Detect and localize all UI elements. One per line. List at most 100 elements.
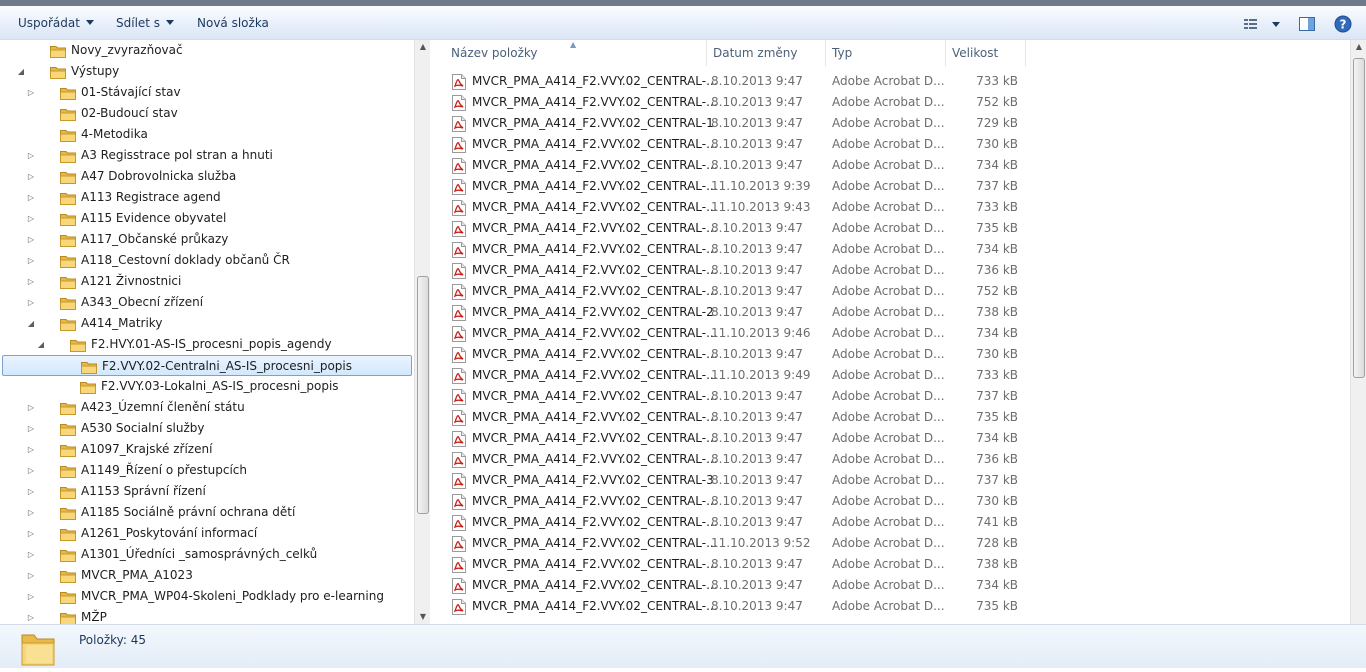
collapsed-triangle-icon[interactable]: ▷ <box>26 502 36 523</box>
file-row[interactable]: MVCR_PMA_A414_F2.VVY.02_CENTRAL-... 11.10… <box>432 533 1032 554</box>
collapsed-triangle-icon[interactable]: ▷ <box>26 460 36 481</box>
nav-tree-item[interactable]: ▷ A118_Cestovní doklady občanů ČR <box>0 250 414 271</box>
scroll-down-arrow-icon[interactable]: ▼ <box>415 612 430 621</box>
file-row[interactable]: MVCR_PMA_A414_F2.VVY.02_CENTRAL-... 8.10.… <box>432 596 1032 617</box>
collapsed-triangle-icon[interactable]: ▷ <box>26 586 36 607</box>
help-icon[interactable]: ? <box>1333 14 1353 34</box>
file-row[interactable]: MVCR_PMA_A414_F2.VVY.02_CENTRAL-... 11.10… <box>432 176 1032 197</box>
collapsed-triangle-icon[interactable]: ▷ <box>26 439 36 460</box>
column-header-date[interactable]: Datum změny <box>707 40 826 66</box>
navigation-scroll-thumb[interactable] <box>417 276 429 514</box>
share-button[interactable]: Sdílet s <box>116 16 175 30</box>
collapsed-triangle-icon[interactable]: ▷ <box>26 607 36 624</box>
file-row[interactable]: MVCR_PMA_A414_F2.VVY.02_CENTRAL-... 11.10… <box>432 365 1032 386</box>
collapsed-triangle-icon[interactable]: ▷ <box>26 418 36 439</box>
nav-tree-item[interactable]: ◢ A414_Matriky <box>0 313 414 334</box>
file-list-scroll-thumb[interactable] <box>1353 58 1365 378</box>
file-row[interactable]: MVCR_PMA_A414_F2.VVY.02_CENTRAL-... 8.10.… <box>432 449 1032 470</box>
file-row[interactable]: MVCR_PMA_A414_F2.VVY.02_CENTRAL-... 8.10.… <box>432 281 1032 302</box>
nav-tree-item[interactable]: ▷ A423_Územní členění státu <box>0 397 414 418</box>
file-row[interactable]: MVCR_PMA_A414_F2.VVY.02_CENTRAL-3 8.10.20… <box>432 470 1032 491</box>
file-row[interactable]: MVCR_PMA_A414_F2.VVY.02_CENTRAL-... 8.10.… <box>432 575 1032 596</box>
nav-tree-item[interactable]: ▷ A1301_Úředníci _samosprávných_celků <box>0 544 414 565</box>
file-row[interactable]: MVCR_PMA_A414_F2.VVY.02_CENTRAL-... 8.10.… <box>432 407 1032 428</box>
view-options-dropdown[interactable] <box>1266 14 1286 34</box>
file-row[interactable]: MVCR_PMA_A414_F2.VVY.02_CENTRAL-... 8.10.… <box>432 239 1032 260</box>
scroll-up-arrow-icon[interactable]: ▲ <box>1351 42 1366 51</box>
nav-tree-item[interactable]: F2.VVY.02-Centralni_AS-IS_procesni_popis <box>2 355 412 376</box>
nav-tree-item[interactable]: ▷ A47 Dobrovolnicka služba <box>0 166 414 187</box>
column-header-type[interactable]: Typ <box>826 40 946 66</box>
file-row[interactable]: MVCR_PMA_A414_F2.VVY.02_CENTRAL-... 8.10.… <box>432 386 1032 407</box>
file-list-scrollbar[interactable]: ▲ <box>1350 40 1366 624</box>
collapsed-triangle-icon[interactable]: ▷ <box>26 208 36 229</box>
file-row[interactable]: MVCR_PMA_A414_F2.VVY.02_CENTRAL-1 8.10.20… <box>432 113 1032 134</box>
collapsed-triangle-icon[interactable]: ▷ <box>26 250 36 271</box>
collapsed-triangle-icon[interactable]: ▷ <box>26 187 36 208</box>
file-row[interactable]: MVCR_PMA_A414_F2.VVY.02_CENTRAL-... 8.10.… <box>432 71 1032 92</box>
expanded-triangle-icon[interactable]: ◢ <box>36 334 46 355</box>
file-row[interactable]: MVCR_PMA_A414_F2.VVY.02_CENTRAL-... 8.10.… <box>432 512 1032 533</box>
file-row[interactable]: MVCR_PMA_A414_F2.VVY.02_CENTRAL-... 8.10.… <box>432 218 1032 239</box>
file-row[interactable]: MVCR_PMA_A414_F2.VVY.02_CENTRAL-... 8.10.… <box>432 134 1032 155</box>
collapsed-triangle-icon[interactable]: ▷ <box>26 523 36 544</box>
file-row[interactable]: MVCR_PMA_A414_F2.VVY.02_CENTRAL-... 11.10… <box>432 197 1032 218</box>
nav-tree-item[interactable]: ▷ A530 Socialní služby <box>0 418 414 439</box>
nav-tree-item[interactable]: 02-Budoucí stav <box>0 103 414 124</box>
nav-tree-item[interactable]: ▷ A1261_Poskytování informací <box>0 523 414 544</box>
preview-pane-icon[interactable] <box>1297 14 1317 34</box>
expanded-triangle-icon[interactable]: ◢ <box>26 313 36 334</box>
expanded-triangle-icon[interactable]: ◢ <box>16 61 26 82</box>
collapsed-triangle-icon[interactable]: ▷ <box>26 481 36 502</box>
nav-tree-item[interactable]: Novy_zvyrazňovač <box>0 40 414 61</box>
nav-tree-item[interactable]: ▷ A115 Evidence obyvatel <box>0 208 414 229</box>
collapsed-triangle-icon[interactable]: ▷ <box>26 544 36 565</box>
file-size: 730 kB <box>976 347 1018 361</box>
collapsed-triangle-icon[interactable]: ▷ <box>26 565 36 586</box>
nav-tree-item[interactable]: ▷ A121 Živnostnici <box>0 271 414 292</box>
nav-tree-item[interactable]: ▷ A113 Registrace agend <box>0 187 414 208</box>
file-row[interactable]: MVCR_PMA_A414_F2.VVY.02_CENTRAL-... 8.10.… <box>432 428 1032 449</box>
scroll-up-arrow-icon[interactable]: ▲ <box>415 42 430 51</box>
nav-tree-item[interactable]: ▷ A1097_Krajské zřízení <box>0 439 414 460</box>
navigation-scrollbar[interactable]: ▲ ▼ <box>414 40 430 624</box>
organize-button[interactable]: Uspořádat <box>18 16 94 30</box>
collapsed-triangle-icon[interactable]: ▷ <box>26 82 36 103</box>
folder-icon <box>60 275 76 289</box>
new-folder-button[interactable]: Nová složka <box>197 16 269 30</box>
nav-tree-item[interactable]: ▷ MVCR_PMA_WP04-Skoleni_Podklady pro e-le… <box>0 586 414 607</box>
nav-tree-item[interactable]: ◢ Výstupy <box>0 61 414 82</box>
file-row[interactable]: MVCR_PMA_A414_F2.VVY.02_CENTRAL-... 8.10.… <box>432 344 1032 365</box>
collapsed-triangle-icon[interactable]: ▷ <box>26 292 36 313</box>
folder-icon <box>60 422 76 436</box>
file-row[interactable]: MVCR_PMA_A414_F2.VVY.02_CENTRAL-... 8.10.… <box>432 554 1032 575</box>
nav-tree-item[interactable]: ▷ MVCR_PMA_A1023 <box>0 565 414 586</box>
file-row[interactable]: MVCR_PMA_A414_F2.VVY.02_CENTRAL-... 8.10.… <box>432 491 1032 512</box>
nav-tree-item[interactable]: ▷ A1149_Řízení o přestupcích <box>0 460 414 481</box>
nav-tree-item[interactable]: ▷ MŽP <box>0 607 414 624</box>
collapsed-triangle-icon[interactable]: ▷ <box>26 271 36 292</box>
view-options-icon[interactable] <box>1242 14 1262 34</box>
nav-tree-item[interactable]: ▷ A343_Obecní zřízení <box>0 292 414 313</box>
collapsed-triangle-icon[interactable]: ▷ <box>26 166 36 187</box>
file-row[interactable]: MVCR_PMA_A414_F2.VVY.02_CENTRAL-... 8.10.… <box>432 260 1032 281</box>
file-type: Adobe Acrobat D... <box>832 557 945 571</box>
pdf-file-icon <box>452 221 466 237</box>
collapsed-triangle-icon[interactable]: ▷ <box>26 229 36 250</box>
collapsed-triangle-icon[interactable]: ▷ <box>26 145 36 166</box>
folder-icon <box>60 401 76 415</box>
nav-tree-item[interactable]: ◢ F2.HVY.01-AS-IS_procesni_popis_agendy <box>0 334 414 355</box>
file-row[interactable]: MVCR_PMA_A414_F2.VVY.02_CENTRAL-... 8.10.… <box>432 155 1032 176</box>
file-row[interactable]: MVCR_PMA_A414_F2.VVY.02_CENTRAL-... 11.10… <box>432 323 1032 344</box>
nav-tree-item[interactable]: ▷ A1153 Správní řízení <box>0 481 414 502</box>
nav-tree-item[interactable]: F2.VVY.03-Lokalni_AS-IS_procesni_popis <box>0 376 414 397</box>
nav-tree-item[interactable]: 4-Metodika <box>0 124 414 145</box>
file-row[interactable]: MVCR_PMA_A414_F2.VVY.02_CENTRAL-2 8.10.20… <box>432 302 1032 323</box>
nav-tree-item[interactable]: ▷ A117_Občanské průkazy <box>0 229 414 250</box>
nav-tree-item[interactable]: ▷ A1185 Sociálně právní ochrana dětí <box>0 502 414 523</box>
column-header-size[interactable]: Velikost <box>946 40 1026 66</box>
nav-tree-item[interactable]: ▷ 01-Stávající stav <box>0 82 414 103</box>
nav-tree-item[interactable]: ▷ A3 Regisstrace pol stran a hnuti <box>0 145 414 166</box>
collapsed-triangle-icon[interactable]: ▷ <box>26 397 36 418</box>
file-row[interactable]: MVCR_PMA_A414_F2.VVY.02_CENTRAL-... 8.10.… <box>432 92 1032 113</box>
